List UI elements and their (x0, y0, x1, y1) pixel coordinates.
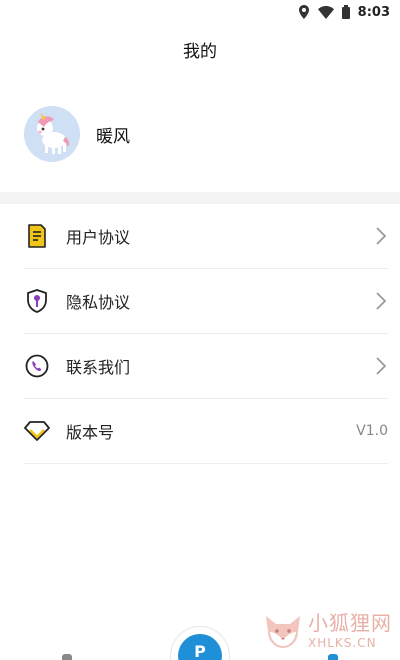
document-icon (24, 223, 50, 249)
center-button-label: P (194, 642, 206, 660)
menu-item-label: 用户协议 (66, 228, 131, 247)
menu-item-label: 隐私协议 (66, 293, 131, 312)
menu-item-privacy-agreement[interactable]: 隐私协议 (24, 269, 388, 334)
battery-icon (341, 5, 350, 19)
chevron-right-icon (374, 226, 388, 246)
menu-item-user-agreement[interactable]: 用户协议 (24, 204, 388, 269)
wifi-icon (317, 5, 334, 19)
status-time: 8:03 (357, 4, 390, 20)
shield-icon (24, 288, 50, 314)
status-bar: 8:03 (0, 0, 400, 24)
menu-item-label: 联系我们 (66, 358, 131, 377)
profile-screen: 8:03 我的 暖风 用户协议 隐私协议 联系我们 版本号 V1.0 P 小狐狸… (0, 0, 400, 660)
section-divider (0, 192, 400, 204)
profile-card[interactable]: 暖风 (24, 106, 130, 162)
tab-home-icon[interactable] (62, 654, 72, 660)
diamond-icon (24, 418, 50, 444)
profile-nickname: 暖风 (96, 126, 130, 147)
version-value: V1.0 (356, 423, 388, 439)
chevron-right-icon (374, 356, 388, 376)
menu-item-version: 版本号 V1.0 (24, 399, 388, 464)
unicorn-avatar-icon[interactable] (24, 106, 80, 162)
watermark-text: 小狐狸网 XHLKS.CN (308, 613, 392, 649)
watermark: 小狐狸网 XHLKS.CN (262, 604, 398, 658)
phone-icon (24, 353, 50, 379)
watermark-cn: 小狐狸网 (308, 611, 392, 635)
chevron-right-icon (374, 291, 388, 311)
menu-item-contact-us[interactable]: 联系我们 (24, 334, 388, 399)
page-title: 我的 (183, 42, 217, 62)
fox-logo-icon (262, 610, 304, 652)
settings-menu: 用户协议 隐私协议 联系我们 版本号 V1.0 (24, 204, 388, 464)
watermark-en: XHLKS.CN (308, 636, 377, 650)
menu-item-label: 版本号 (66, 423, 115, 442)
location-icon (298, 5, 310, 19)
